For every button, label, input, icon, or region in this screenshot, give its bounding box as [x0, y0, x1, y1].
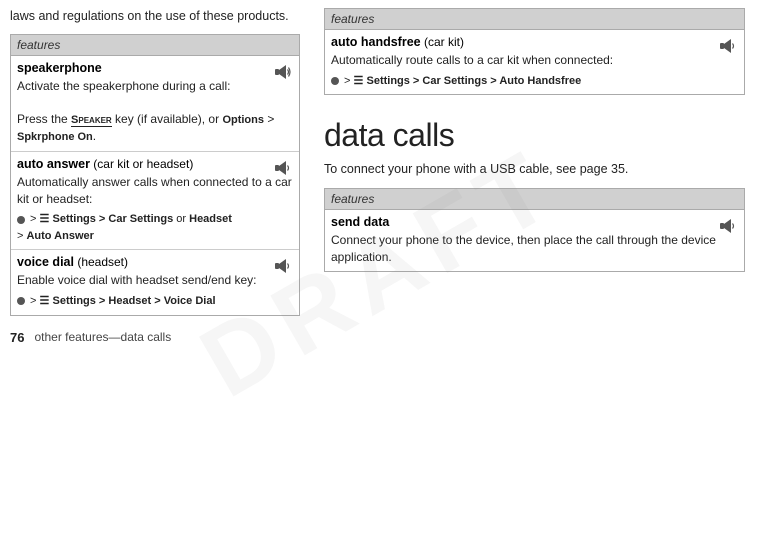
section-body: To connect your phone with a USB cable, …: [324, 160, 745, 178]
auto-handsfree-title: auto handsfree: [331, 35, 421, 49]
auto-answer-nav: > ☰ Settings > Car Settings or Headset> …: [17, 211, 293, 244]
voice-dial-nav: > ☰ Settings > Headset > Voice Dial: [17, 293, 293, 310]
feature-row-auto-handsfree: auto handsfree (car kit) Automatically r…: [325, 30, 744, 94]
voice-dial-subtitle: (headset): [74, 255, 128, 269]
feature-row-voice-dial: voice dial (headset) Enable voice dial w…: [11, 250, 299, 314]
voice-dial-title: voice dial: [17, 255, 74, 269]
features-table-bottom-right: features send data Connect your phone to…: [324, 188, 745, 272]
auto-answer-body: Automatically answer calls when connecte…: [17, 174, 293, 245]
options-key: Options: [222, 114, 264, 126]
footer-text: other features—data calls: [34, 330, 171, 344]
feature-row-speakerphone: speakerphone Activate the speakerphone d…: [11, 56, 299, 152]
intro-text: laws and regulations on the use of these…: [10, 8, 300, 26]
auto-answer-subtitle: (car kit or headset): [90, 157, 193, 171]
right-column: features auto handsfree (car kit) Automa…: [310, 0, 759, 546]
auto-handsfree-subtitle: (car kit): [421, 35, 464, 49]
speakerphone-body: Activate the speakerphone during a call:…: [17, 78, 293, 146]
features-header-right-top: features: [325, 9, 744, 30]
feature-row-send-data: send data Connect your phone to the devi…: [325, 210, 744, 271]
feature-row-auto-answer: auto answer (car kit or headset) Automat…: [11, 152, 299, 251]
page-number: 76: [10, 330, 24, 345]
voice-dial-icon: [272, 255, 294, 277]
features-header-right-bottom: features: [325, 189, 744, 210]
speakerphone-title: speakerphone: [17, 61, 102, 75]
speaker-key: Speaker: [71, 114, 112, 127]
features-header-left: features: [11, 35, 299, 56]
send-data-icon: [717, 215, 739, 237]
auto-answer-title: auto answer: [17, 157, 90, 171]
send-data-title: send data: [331, 215, 389, 229]
auto-handsfree-body: Automatically route calls to a car kit w…: [331, 52, 738, 89]
send-data-body: Connect your phone to the device, then p…: [331, 232, 738, 266]
auto-handsfree-icon: [717, 35, 739, 57]
left-column: laws and regulations on the use of these…: [0, 0, 310, 546]
section-title: data calls: [324, 117, 745, 154]
features-table-left: features speakerphone Activate the speak…: [10, 34, 300, 316]
spkrphone-key: Spkrphone On: [17, 131, 93, 143]
auto-answer-icon: [272, 157, 294, 179]
auto-handsfree-nav: > ☰ Settings > Car Settings > Auto Hands…: [331, 73, 738, 90]
page-footer: 76 other features—data calls: [10, 326, 300, 345]
voice-dial-body: Enable voice dial with headset send/end …: [17, 272, 293, 309]
features-table-top-right: features auto handsfree (car kit) Automa…: [324, 8, 745, 95]
speakerphone-icon: [272, 61, 294, 83]
